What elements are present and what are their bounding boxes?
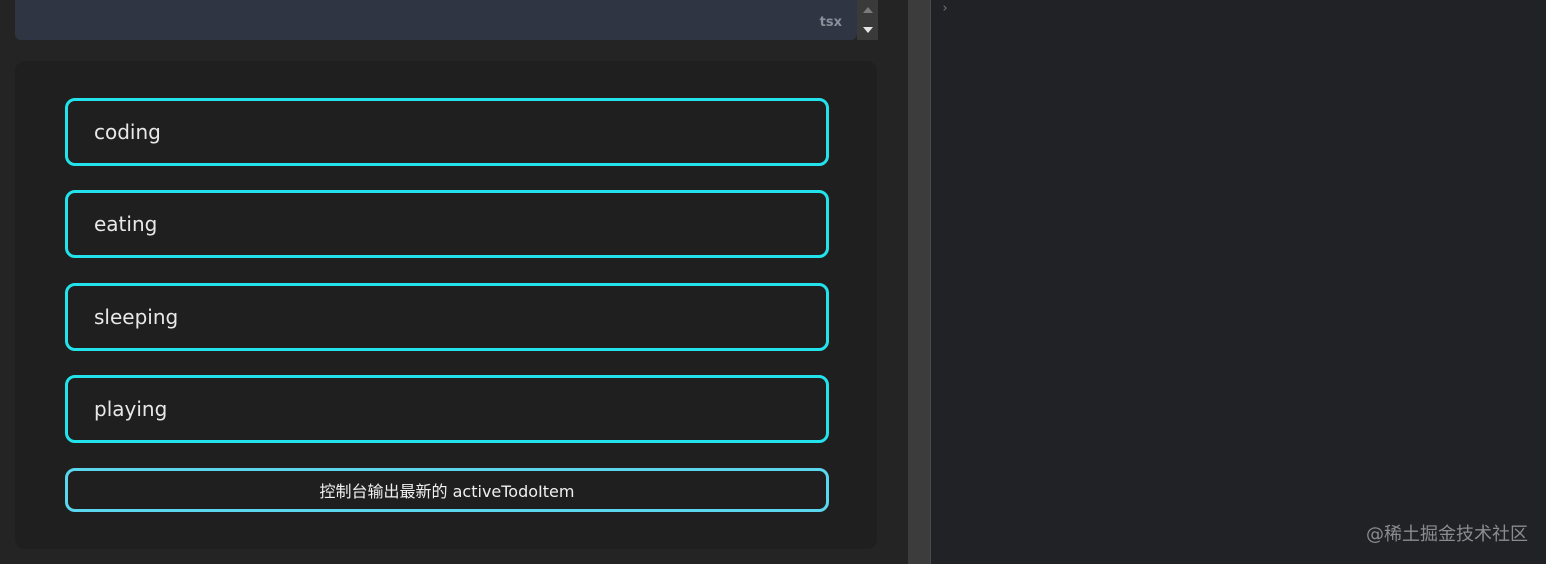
todo-label: playing xyxy=(94,397,168,421)
todo-item-coding[interactable]: coding xyxy=(65,98,829,166)
arrow-up-icon xyxy=(862,7,873,13)
pane-resize-handle[interactable] xyxy=(908,0,931,564)
watermark: @稀土掘金技术社区 xyxy=(1366,524,1528,545)
language-badge: tsx xyxy=(819,15,842,30)
code-editor-strip[interactable]: tsx xyxy=(15,0,857,40)
app-root: tsx coding eating sleeping playing 控制台输出… xyxy=(0,0,1546,564)
scroll-down-button[interactable] xyxy=(857,20,878,40)
todo-item-eating[interactable]: eating xyxy=(65,190,829,258)
todo-label: sleeping xyxy=(94,305,179,329)
scroll-up-button[interactable] xyxy=(857,0,878,20)
editor-scrollbar[interactable] xyxy=(857,0,878,40)
log-active-todo-button[interactable]: 控制台输出最新的 activeTodoItem xyxy=(65,468,829,512)
preview-pane: tsx coding eating sleeping playing 控制台输出… xyxy=(0,0,908,564)
console-prompt-icon[interactable]: › xyxy=(941,1,949,16)
todo-item-sleeping[interactable]: sleeping xyxy=(65,283,829,351)
console-pane: › @稀土掘金技术社区 xyxy=(931,0,1546,564)
todo-label: coding xyxy=(94,120,161,144)
todo-item-playing[interactable]: playing xyxy=(65,375,829,443)
arrow-down-icon xyxy=(862,27,873,33)
todo-label: eating xyxy=(94,212,158,236)
todo-list-card: coding eating sleeping playing 控制台输出最新的 … xyxy=(15,61,877,549)
